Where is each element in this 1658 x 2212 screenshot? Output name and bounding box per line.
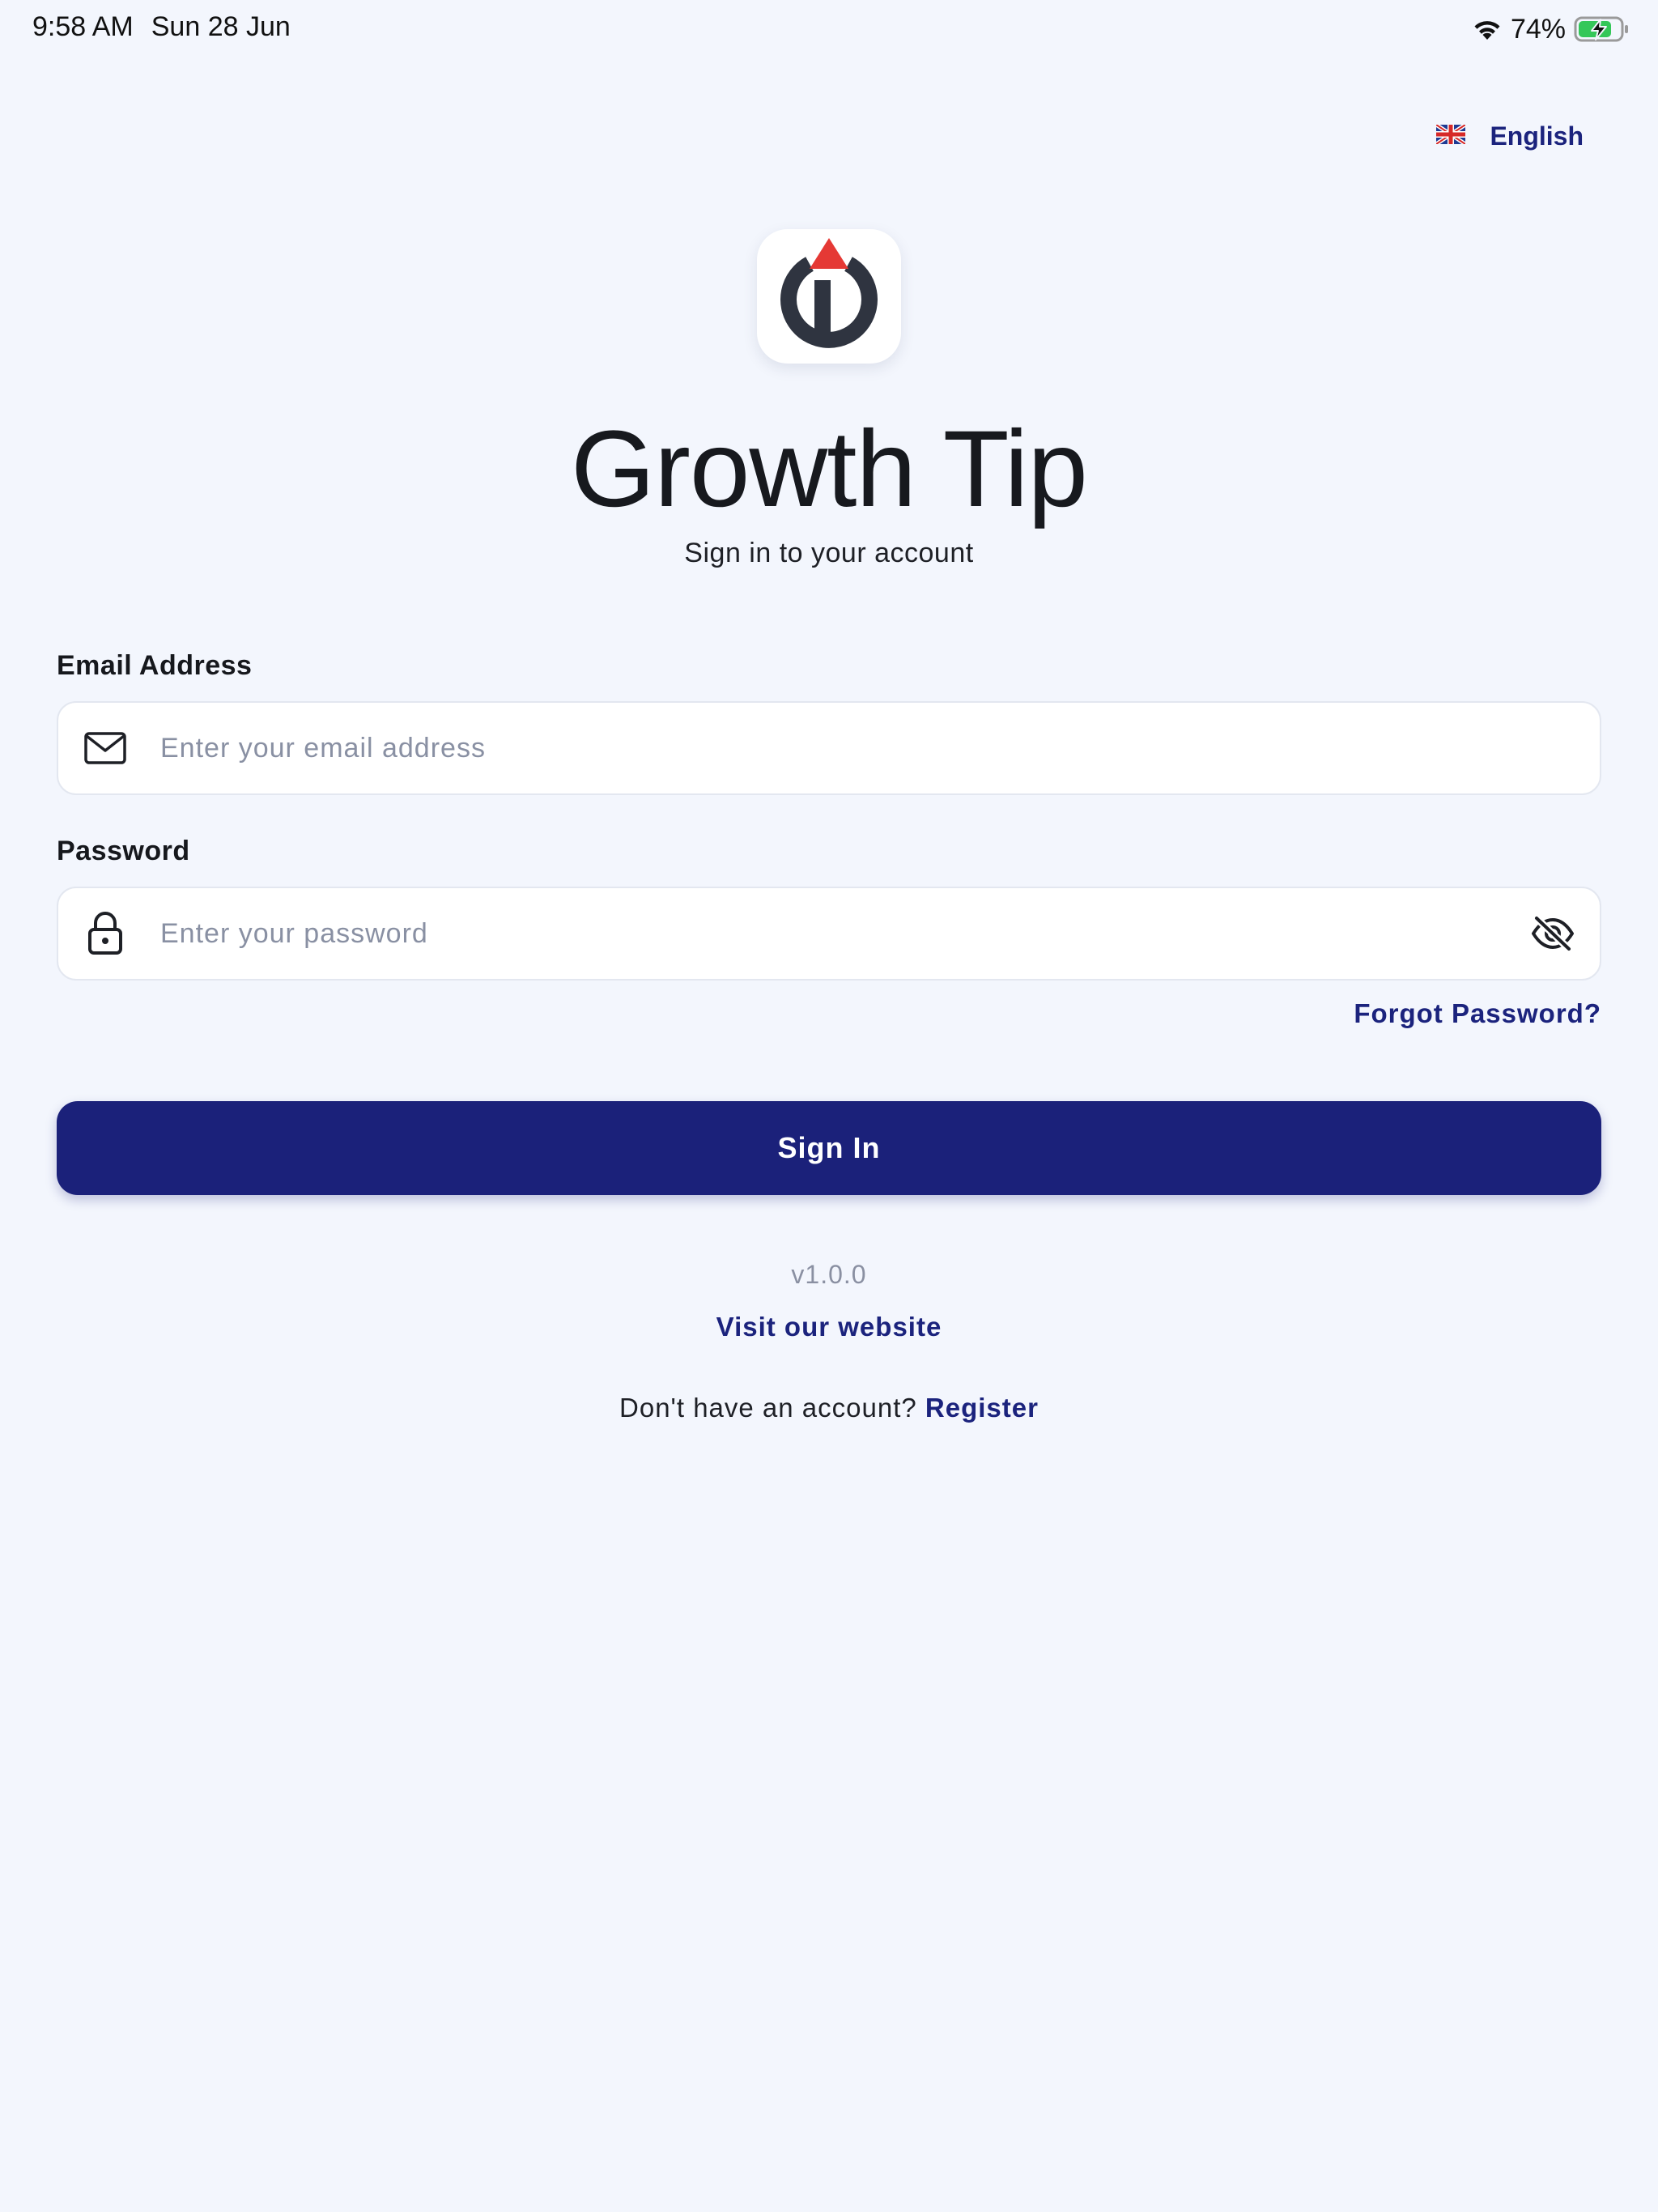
- email-input[interactable]: [160, 703, 1488, 793]
- status-time: 9:58 AM: [32, 11, 134, 42]
- status-bar: 9:58 AM Sun 28 Jun 74%: [0, 0, 1658, 58]
- visit-website-link[interactable]: Visit our website: [716, 1312, 942, 1342]
- password-label: Password: [57, 836, 190, 866]
- uk-flag-icon: [1435, 122, 1467, 148]
- language-label: English: [1490, 121, 1584, 151]
- email-label: Email Address: [57, 650, 253, 681]
- app-subtitle: Sign in to your account: [684, 538, 974, 568]
- password-input[interactable]: [160, 888, 1488, 979]
- email-field[interactable]: [57, 701, 1601, 795]
- app-version: v1.0.0: [791, 1260, 867, 1289]
- language-selector[interactable]: English: [1435, 121, 1584, 151]
- app-title: Growth Tip: [571, 409, 1088, 530]
- register-link[interactable]: Register: [925, 1393, 1039, 1423]
- battery-percent: 74%: [1510, 13, 1566, 45]
- mail-icon: [83, 725, 128, 771]
- app-logo: [757, 229, 901, 364]
- battery-icon: [1574, 15, 1629, 43]
- growth-tip-logo-icon: [780, 238, 878, 348]
- status-indicators: 74%: [1472, 11, 1629, 47]
- status-date: Sun 28 Jun: [151, 11, 291, 42]
- website-link-row: Visit our website: [0, 1312, 1658, 1342]
- eye-off-icon[interactable]: [1528, 909, 1577, 958]
- password-field[interactable]: [57, 887, 1601, 981]
- register-prompt: Don't have an account?: [619, 1393, 917, 1423]
- wifi-icon: [1472, 17, 1503, 41]
- forgot-password-link[interactable]: Forgot Password?: [1354, 998, 1601, 1029]
- sign-in-button[interactable]: Sign In: [57, 1101, 1601, 1195]
- lock-icon: [83, 911, 128, 956]
- register-row: Don't have an account? Register: [0, 1393, 1658, 1423]
- status-time-date: 9:58 AM Sun 28 Jun: [32, 11, 291, 43]
